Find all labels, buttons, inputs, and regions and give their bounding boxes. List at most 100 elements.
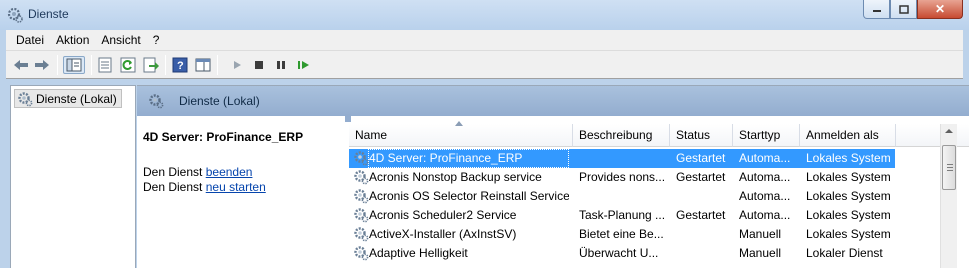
- menu-datei[interactable]: Datei: [10, 33, 50, 47]
- main-header-title: Dienste (Lokal): [179, 94, 260, 108]
- export-list-icon: [143, 57, 159, 73]
- table-row[interactable]: 4D Server: ProFinance_ERP Gestartet Automa…: [349, 149, 895, 168]
- cell-starttype: Automa...: [739, 189, 791, 203]
- services-app-icon: [7, 7, 23, 23]
- cell-name: Adaptive Helligkeit: [369, 246, 468, 260]
- column-header-name[interactable]: Name: [349, 121, 573, 147]
- play-icon: [234, 61, 241, 69]
- cell-starttype: Automa...: [739, 170, 791, 184]
- forward-button[interactable]: [33, 56, 51, 74]
- restart-service-line: Den Dienst neu starten: [143, 180, 266, 194]
- stop-service-button[interactable]: [250, 56, 268, 74]
- cell-status: Gestartet: [676, 151, 726, 165]
- maximize-icon: [898, 4, 909, 14]
- help-icon: ?: [172, 57, 188, 73]
- gear-icon: [149, 94, 164, 109]
- scroll-up-icon[interactable]: [945, 129, 953, 133]
- minimize-icon: [872, 10, 881, 12]
- title-bar: Dienste ✕: [0, 0, 969, 30]
- cell-starttype: Manuell: [739, 227, 782, 241]
- console-tree-toggle-button[interactable]: [63, 56, 85, 74]
- column-header-status[interactable]: Status: [670, 124, 733, 147]
- tree-item-label: Dienste (Lokal): [36, 91, 117, 106]
- toolbar: ?: [6, 50, 963, 79]
- main-header: Dienste (Lokal): [137, 86, 969, 116]
- scroll-thumb[interactable]: [942, 145, 956, 190]
- cell-name: 4D Server: ProFinance_ERP: [369, 151, 523, 165]
- service-gear-icon: [354, 208, 369, 223]
- back-arrow-icon: [14, 60, 28, 70]
- cell-starttype: Manuell: [739, 246, 782, 260]
- properties-icon: [98, 57, 112, 73]
- main-pane: Dienste (Lokal) 4D Server: ProFinance_ER…: [137, 85, 969, 268]
- cell-name: Acronis OS Selector Reinstall Service: [369, 189, 569, 203]
- tree-item-services-local[interactable]: Dienste (Lokal): [14, 89, 122, 108]
- cell-description: Task-Planung ...: [579, 208, 666, 222]
- restart-prefix: Den Dienst: [143, 180, 203, 194]
- column-header-description[interactable]: Beschreibung: [573, 124, 670, 147]
- column-header-filler: [896, 124, 969, 147]
- restart-service-link[interactable]: neu starten: [206, 180, 266, 194]
- menu-ansicht[interactable]: Ansicht: [95, 33, 146, 47]
- vertical-scrollbar[interactable]: [940, 124, 957, 268]
- cell-description: Überwacht U...: [579, 246, 659, 260]
- svg-text:?: ?: [177, 60, 184, 72]
- console-tree-pane: Dienste (Lokal): [10, 85, 136, 268]
- cell-logon: Lokales System: [806, 227, 891, 241]
- menu-bar: Datei Aktion Ansicht ?: [6, 30, 963, 50]
- table-row[interactable]: Acronis OS Selector Reinstall Service Aut…: [349, 187, 895, 206]
- gear-icon: [18, 91, 33, 106]
- column-header-logon[interactable]: Anmelden als: [800, 124, 896, 147]
- forward-arrow-icon: [35, 60, 49, 70]
- start-service-button[interactable]: [228, 56, 246, 74]
- show-hide-action-pane-button[interactable]: [194, 56, 212, 74]
- cell-logon: Lokales System: [806, 151, 891, 165]
- service-gear-icon: [354, 170, 369, 185]
- cell-logon: Lokaler Dienst: [806, 246, 883, 260]
- cell-logon: Lokales System: [806, 170, 891, 184]
- close-button[interactable]: ✕: [917, 0, 963, 19]
- restart-icon: [298, 61, 309, 69]
- close-icon: ✕: [934, 2, 946, 16]
- cell-starttype: Automa...: [739, 208, 791, 222]
- cell-name: Acronis Scheduler2 Service: [369, 208, 517, 222]
- help-button[interactable]: ?: [171, 56, 189, 74]
- pause-service-button[interactable]: [272, 56, 290, 74]
- cell-status: Gestartet: [676, 208, 726, 222]
- cell-name: ActiveX-Installer (AxInstSV): [369, 227, 517, 241]
- cell-starttype: Automa...: [739, 151, 791, 165]
- action-pane-icon: [195, 58, 211, 72]
- cell-description: Bietet eine Be...: [579, 227, 664, 241]
- table-row[interactable]: Adaptive Helligkeit Überwacht U... Manuell…: [349, 244, 895, 263]
- cell-status: Gestartet: [676, 170, 726, 184]
- refresh-icon: [120, 57, 136, 73]
- service-detail-pane: 4D Server: ProFinance_ERP Den Dienst bee…: [137, 116, 349, 268]
- pause-icon: [277, 61, 285, 69]
- cell-logon: Lokales System: [806, 189, 891, 203]
- export-list-button[interactable]: [142, 56, 160, 74]
- restart-service-button[interactable]: [295, 56, 313, 74]
- services-list: Name Beschreibung Status Starttyp Anmeld…: [345, 114, 969, 268]
- stop-service-line: Den Dienst beenden: [143, 165, 252, 179]
- table-row[interactable]: Acronis Nonstop Backup service Provides n…: [349, 168, 895, 187]
- back-button[interactable]: [12, 56, 30, 74]
- maximize-button[interactable]: [890, 0, 917, 19]
- service-gear-icon: [354, 227, 369, 242]
- selected-service-name: 4D Server: ProFinance_ERP: [143, 130, 304, 144]
- cell-description: Provides nons...: [579, 170, 666, 184]
- properties-button[interactable]: [96, 56, 114, 74]
- table-row[interactable]: ActiveX-Installer (AxInstSV) Bietet eine …: [349, 225, 895, 244]
- refresh-button[interactable]: [119, 56, 137, 74]
- service-gear-icon: [354, 151, 369, 166]
- window-title: Dienste: [28, 7, 69, 21]
- console-tree-icon: [66, 58, 82, 72]
- menu-aktion[interactable]: Aktion: [50, 33, 95, 47]
- menu-help[interactable]: ?: [147, 33, 166, 47]
- column-header-starttype[interactable]: Starttyp: [733, 124, 800, 147]
- stop-service-link[interactable]: beenden: [206, 165, 253, 179]
- cell-name: Acronis Nonstop Backup service: [369, 170, 542, 184]
- minimize-button[interactable]: [863, 0, 890, 19]
- stop-icon: [255, 61, 263, 69]
- stop-prefix: Den Dienst: [143, 165, 203, 179]
- table-row[interactable]: Acronis Scheduler2 Service Task-Planung .…: [349, 206, 895, 225]
